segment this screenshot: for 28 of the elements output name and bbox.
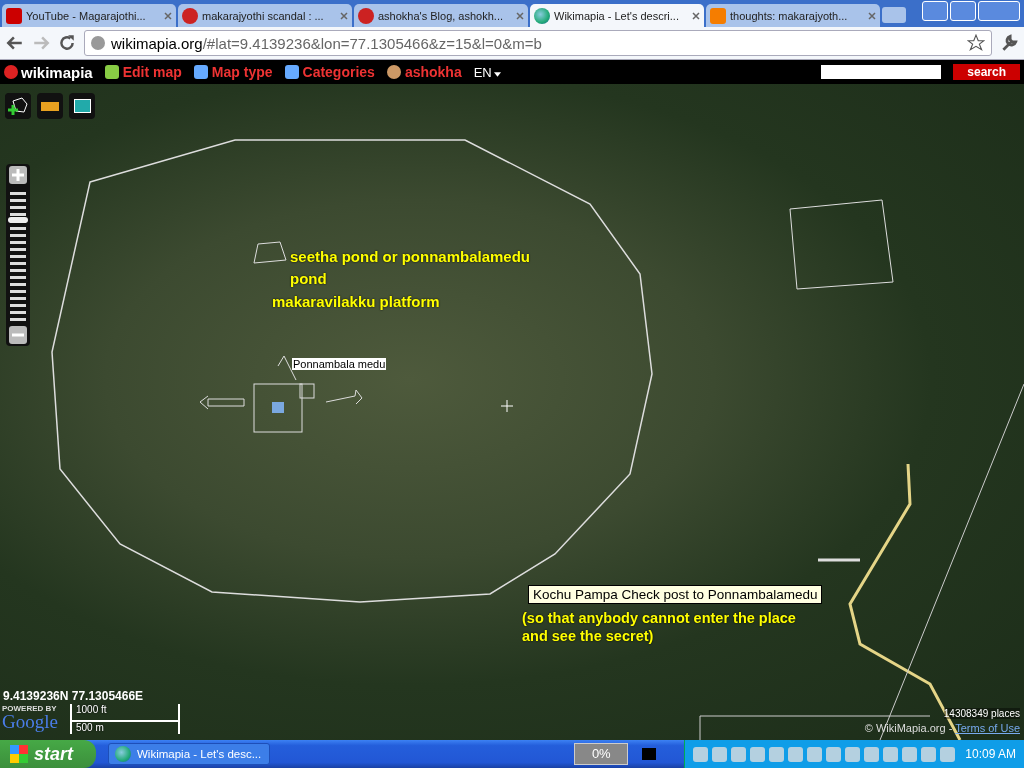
powered-by-label: POWERED BY — [2, 704, 58, 713]
browser-tab[interactable]: ashokha's Blog, ashokh... — [354, 4, 528, 27]
copyright-text: © WikiMapia.org - Terms of Use — [864, 722, 1020, 734]
place-label: Ponnambala medu — [292, 358, 387, 370]
toolbar-link[interactable]: Categories — [284, 64, 375, 80]
address-bar[interactable]: wikimapia.org/#lat=9.4139236&lon=77.1305466&z=15&l=0&m=b — [84, 30, 992, 56]
map-annotation: makaravilakku platform — [272, 292, 440, 312]
google-logo: Google — [2, 713, 58, 731]
coordinates-label: 9.4139236N 77.1305466E — [3, 689, 144, 703]
wikimapia-logo[interactable]: wikimapia — [4, 63, 93, 81]
browser-tab[interactable]: YouTube - Magarajothi... — [2, 4, 176, 27]
search-button[interactable]: search — [953, 64, 1020, 80]
toolbar-link[interactable]: Edit map — [104, 64, 182, 80]
browser-tab[interactable]: thoughts: makarajyoth... — [706, 4, 880, 27]
terms-link[interactable]: Terms of Use — [955, 722, 1020, 734]
language-dropdown[interactable]: EN — [473, 64, 501, 80]
toolbar-link[interactable]: Map type — [193, 64, 273, 80]
map-annotation: (so that anybody cannot enter the place and see the secret) — [522, 609, 797, 645]
toolbar-link[interactable]: ashokha — [386, 64, 462, 80]
map-annotation: seetha pond or ponnambalamedu pond — [290, 247, 532, 289]
clock: 10:09 AM — [965, 747, 1016, 761]
map-tooltip: Kochu Pampa Check post to Ponnambalamedu — [528, 585, 823, 604]
battery-meter: 0% — [574, 743, 629, 765]
taskbar-window[interactable]: Wikimapia - Let's desc... — [108, 743, 270, 765]
browser-tab[interactable]: makarajyothi scandal : ... — [178, 4, 352, 27]
scale-bar: 1000 ft 500 m — [70, 704, 180, 734]
places-count: 14308349 places — [943, 708, 1020, 719]
browser-tab[interactable]: Wikimapia - Let's descri... — [530, 4, 704, 27]
